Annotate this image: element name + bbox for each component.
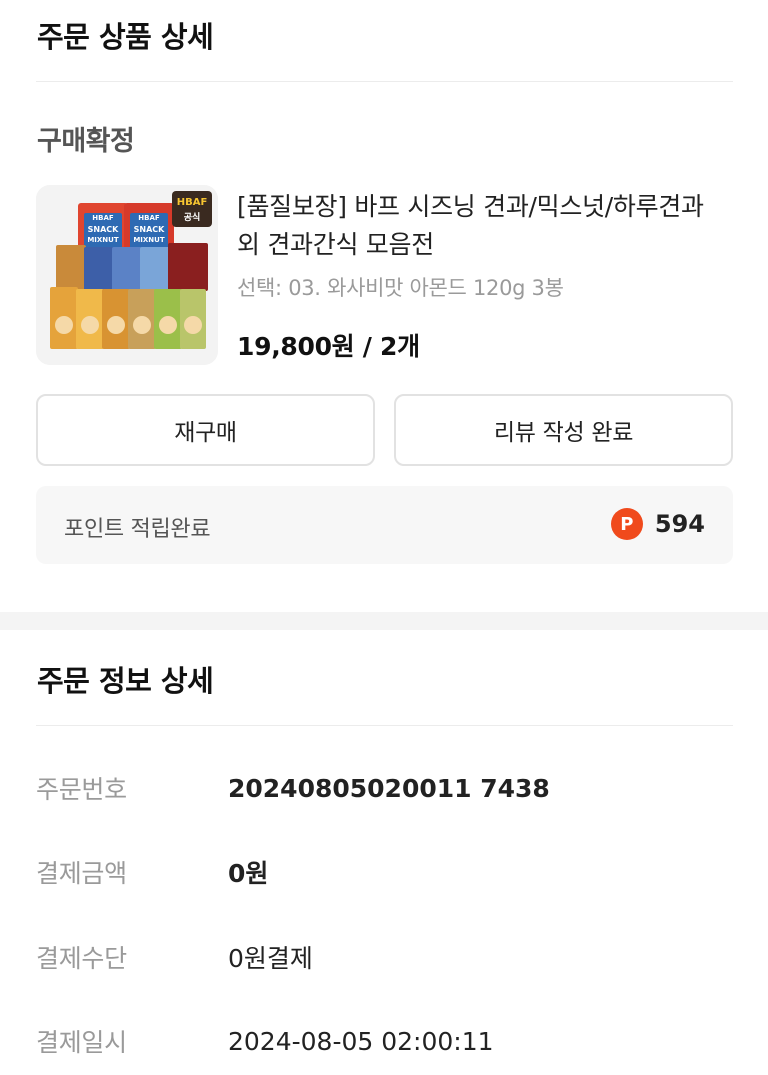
- product-price: 19,800원 / 2개: [237, 332, 420, 361]
- pack-brand-text: HBAF: [138, 214, 160, 222]
- order-number-value: 20240805020011 7438: [228, 773, 550, 803]
- payment-amount-label: 결제금액: [36, 859, 127, 888]
- rebuy-button[interactable]: 재구매: [36, 394, 375, 466]
- points-label: 포인트 적립완료: [64, 517, 211, 542]
- order-status: 구매확정: [37, 126, 135, 157]
- product-name[interactable]: [품질보장] 바프 시즈닝 견과/믹스넛/하루견과 외 견과간식 모음전: [237, 188, 727, 264]
- section-separator: [0, 612, 768, 630]
- payment-amount-value: 0원: [228, 859, 269, 888]
- payment-amount-row: 결제금액 0원: [36, 854, 268, 890]
- points-value: 594: [654, 510, 705, 538]
- product-thumbnail[interactable]: HBAF HBAF SNACK SNACK MIXNUT MIXNUT HBAF…: [36, 185, 218, 365]
- pack-brand-text: HBAF: [92, 214, 114, 222]
- pack-snack-text: SNACK: [88, 225, 120, 234]
- points-banner: 포인트 적립완료 P 594: [36, 486, 733, 564]
- divider: [36, 725, 733, 726]
- order-product-title: 주문 상품 상세: [37, 20, 214, 54]
- payment-method-row: 결제수단 0원결제: [36, 939, 313, 975]
- pack-mixnut-text: MIXNUT: [87, 236, 119, 244]
- badge-brand: HBAF: [177, 197, 208, 208]
- payment-method-label: 결제수단: [36, 944, 127, 973]
- payment-date-label: 결제일시: [36, 1028, 127, 1057]
- pack-snack-text: SNACK: [134, 225, 166, 234]
- order-info-title: 주문 정보 상세: [37, 664, 214, 698]
- product-option: 선택: 03. 와사비맛 아몬드 120g 3봉: [237, 276, 564, 300]
- order-number-row: 주문번호 20240805020011 7438: [36, 770, 550, 806]
- pack-mixnut-text: MIXNUT: [133, 236, 165, 244]
- payment-method-value: 0원결제: [228, 944, 313, 973]
- divider: [36, 81, 733, 82]
- payment-date-value: 2024-08-05 02:00:11: [228, 1026, 494, 1056]
- badge-official: 공식: [184, 211, 201, 223]
- payment-date-row: 결제일시 2024-08-05 02:00:11: [36, 1023, 494, 1059]
- order-number-label: 주문번호: [36, 775, 127, 804]
- point-icon: P: [610, 508, 643, 540]
- review-done-button[interactable]: 리뷰 작성 완료: [394, 394, 733, 466]
